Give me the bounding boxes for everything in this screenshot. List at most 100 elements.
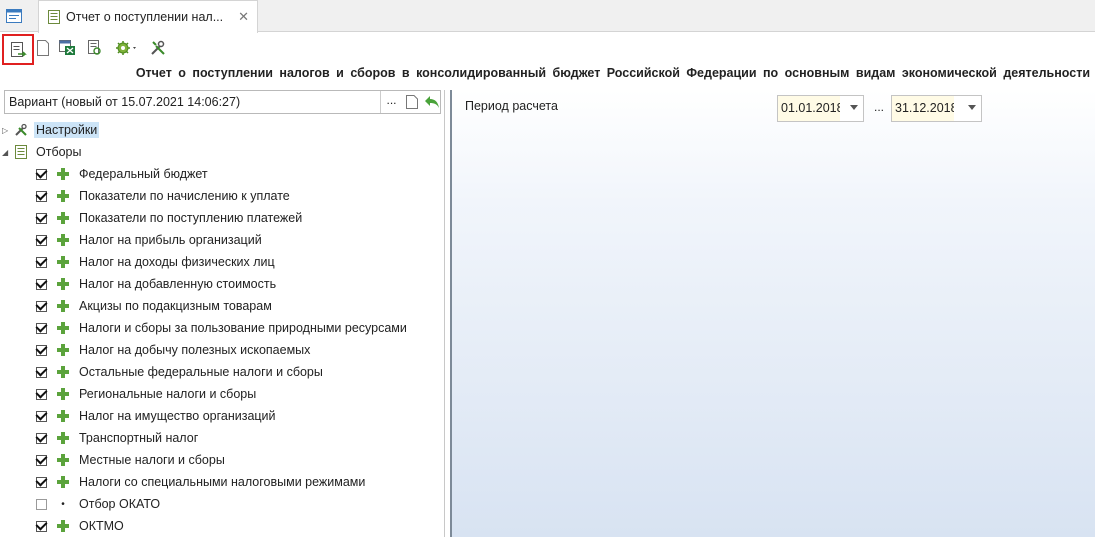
plus-icon — [57, 278, 69, 290]
variant-undo-button[interactable] — [422, 92, 442, 112]
variant-select-button[interactable]: ... — [380, 91, 402, 113]
period-label: Период расчета — [465, 99, 558, 113]
excel-export-button[interactable] — [56, 36, 80, 60]
filter-item-label: Налог на добавленную стоимость — [79, 277, 277, 291]
filter-item-label: Налоги и сборы за пользование природными… — [79, 321, 407, 335]
filter-item[interactable]: Транспортный налог — [36, 427, 200, 449]
settings-dropdown-button[interactable] — [112, 36, 142, 60]
filter-checkbox[interactable] — [36, 190, 47, 202]
tab-title: Отчет о поступлении нал... — [66, 10, 224, 24]
filter-item-label: Показатели по поступлению платежей — [79, 211, 303, 225]
filter-item[interactable]: Местные налоги и сборы — [36, 449, 227, 471]
filter-checkbox[interactable] — [36, 212, 47, 224]
plus-icon — [57, 476, 69, 488]
period-from-field[interactable]: 01.01.2018 — [777, 95, 864, 122]
plus-icon — [57, 520, 69, 532]
filter-item-label: Региональные налоги и сборы — [79, 387, 257, 401]
filter-checkbox[interactable] — [36, 344, 47, 356]
variant-document-button[interactable] — [402, 92, 422, 112]
chevron-down-icon[interactable] — [850, 105, 858, 110]
filter-item-label: Местные налоги и сборы — [79, 453, 225, 467]
filter-item[interactable]: Налог на добычу полезных ископаемых — [36, 339, 312, 361]
tools-icon — [12, 122, 30, 138]
plus-icon — [57, 388, 69, 400]
filter-checkbox[interactable] — [36, 388, 47, 400]
filter-item[interactable]: Налоги со специальными налоговыми режима… — [36, 471, 367, 493]
tree-node-label: Отборы — [36, 145, 82, 159]
filter-item-label: Транспортный налог — [79, 431, 199, 445]
plus-icon — [57, 256, 69, 268]
filter-item[interactable]: Налог на доходы физических лиц — [36, 251, 277, 273]
filter-checkbox[interactable] — [36, 498, 47, 510]
plus-icon — [57, 300, 69, 312]
period-from-value[interactable]: 01.01.2018 — [778, 96, 840, 121]
filter-checkbox[interactable] — [36, 300, 47, 312]
period-to-value[interactable]: 31.12.2018 — [892, 96, 954, 121]
parameters-panel: Период расчета 01.01.2018 ... 31.12.2018 — [450, 90, 1095, 537]
report-icon — [48, 10, 60, 24]
generate-report-button[interactable] — [2, 34, 34, 65]
document-button[interactable] — [31, 36, 55, 60]
undo-arrow-icon — [425, 96, 439, 108]
filter-item-label: Акцизы по подакцизным товарам — [79, 299, 272, 313]
plus-icon — [57, 234, 69, 246]
tree-node-filters[interactable]: ◢ Отборы — [2, 141, 84, 163]
filter-item[interactable]: Федеральный бюджет — [36, 163, 210, 185]
filter-item[interactable]: Остальные федеральные налоги и сборы — [36, 361, 325, 383]
print-preview-button[interactable] — [82, 36, 106, 60]
plus-icon — [57, 322, 69, 334]
filter-checkbox[interactable] — [36, 168, 47, 180]
plus-icon — [57, 454, 69, 466]
filter-item[interactable]: ОКТМО — [36, 515, 126, 537]
expand-arrow-icon[interactable]: ▷ — [2, 126, 12, 135]
dot-icon: • — [61, 498, 65, 510]
plus-icon — [57, 344, 69, 356]
filter-item-label: ОКТМО — [79, 519, 124, 533]
filter-checkbox[interactable] — [36, 322, 47, 334]
filter-item-label: Показатели по начислению к уплате — [79, 189, 290, 203]
tab-report[interactable]: Отчет о поступлении нал... ✕ — [38, 0, 258, 33]
filter-checkbox[interactable] — [36, 520, 47, 532]
filter-item[interactable]: Показатели по поступлению платежей — [36, 207, 304, 229]
filter-item[interactable]: Региональные налоги и сборы — [36, 383, 258, 405]
filter-checkbox[interactable] — [36, 234, 47, 246]
filter-item-label: Налоги со специальными налоговыми режима… — [79, 475, 366, 489]
filter-item[interactable]: Налог на добавленную стоимость — [36, 273, 278, 295]
filter-checkbox[interactable] — [36, 366, 47, 378]
filter-item-label: Остальные федеральные налоги и сборы — [79, 365, 323, 379]
filter-checkbox[interactable] — [36, 256, 47, 268]
filter-item[interactable]: Налог на прибыль организаций — [36, 229, 264, 251]
filter-item[interactable]: Налоги и сборы за пользование природными… — [36, 317, 409, 339]
variant-selector[interactable]: Вариант (новый от 15.07.2021 14:06:27) .… — [4, 90, 441, 114]
document-icon — [406, 95, 418, 109]
period-separator: ... — [874, 100, 885, 114]
filter-item-label: Налог на имущество организаций — [79, 409, 276, 423]
plus-icon — [57, 410, 69, 422]
filter-checkbox[interactable] — [36, 432, 47, 444]
tools-icon — [151, 40, 165, 55]
filter-item[interactable]: Налог на имущество организаций — [36, 405, 278, 427]
close-icon[interactable]: ✕ — [238, 9, 249, 25]
period-to-field[interactable]: 31.12.2018 — [891, 95, 982, 122]
excel-icon — [59, 40, 75, 55]
collapse-arrow-icon[interactable]: ◢ — [2, 148, 12, 157]
filter-checkbox[interactable] — [36, 454, 47, 466]
filter-item[interactable]: Показатели по начислению к уплате — [36, 185, 292, 207]
tree-node-settings[interactable]: ▷ Настройки — [2, 119, 100, 141]
filter-checkbox[interactable] — [36, 278, 47, 290]
gear-icon — [116, 41, 136, 55]
filter-item-label: Отбор ОКАТО — [79, 497, 161, 511]
filter-item-label: Налог на прибыль организаций — [79, 233, 262, 247]
tree-node-label: Настройки — [34, 122, 100, 138]
plus-icon — [57, 366, 69, 378]
filter-item[interactable]: • Отбор ОКАТО — [36, 493, 162, 515]
home-button[interactable] — [0, 0, 28, 31]
filter-checkbox[interactable] — [36, 476, 47, 488]
filter-list-icon — [12, 144, 30, 160]
tab-strip: Отчет о поступлении нал... ✕ — [0, 0, 1095, 33]
filter-item-label: Налог на доходы физических лиц — [79, 255, 275, 269]
filter-item[interactable]: Акцизы по подакцизным товарам — [36, 295, 274, 317]
filter-checkbox[interactable] — [36, 410, 47, 422]
chevron-down-icon[interactable] — [968, 105, 976, 110]
tools-button[interactable] — [146, 36, 170, 60]
